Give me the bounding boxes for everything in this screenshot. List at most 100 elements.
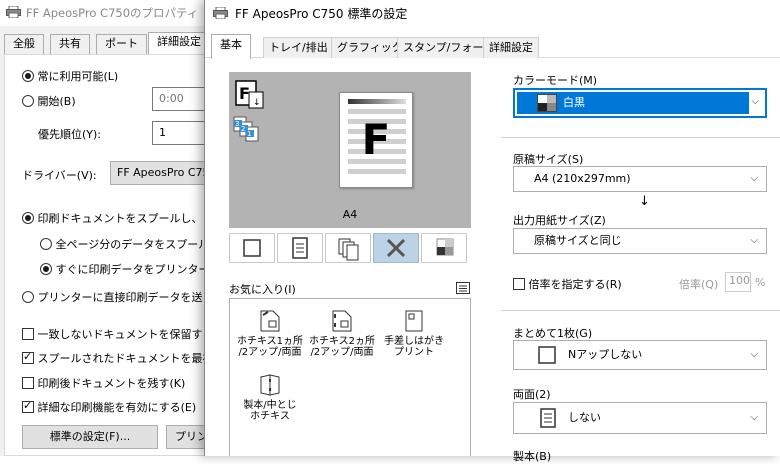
view-copies-button[interactable] [325,233,371,263]
duplex-select[interactable]: しない ⌵ [513,402,767,434]
ratio-label: 倍率(Q) [679,278,719,291]
favorite-staple-1[interactable]: ホチキス1ヵ所 /2アップ/両面 [234,309,306,358]
defaults-title: FF ApeosPro C750 標準の設定 [235,7,408,21]
output-size-select[interactable]: 原稿サイズと同じ ⌵ [513,228,767,254]
nup-select[interactable]: Nアップしない ⌵ [513,340,767,370]
keep-after-checkbox[interactable] [22,377,34,389]
view-finishing-button[interactable] [373,233,419,263]
direct-print-option[interactable]: プリンターに直接印刷データを送る(D [22,289,226,305]
start-time-label: 開始(B) [37,95,76,108]
keep-after-option[interactable]: 印刷後ドキュメントを残す(K) [22,375,185,391]
color-mode-value: 白黒 [563,96,585,109]
paper-line [348,109,406,114]
page-preview: F ↓ 3 2 1 F A4 [229,72,471,228]
view-page-button[interactable] [229,233,275,263]
favorite-booklet[interactable]: 製本/中とじ ホチキス [234,373,306,422]
favorite-staple-1-line2: /2アップ/両面 [238,347,302,358]
hold-mismatch-option[interactable]: 一致しないドキュメントを保留する(H [22,326,226,342]
favorite-booklet-line2: ホチキス [250,411,290,422]
chevron-down-icon: ⌵ [751,96,759,107]
advanced-panel [4,54,216,456]
original-size-select[interactable]: A4 (210x297mm) ⌵ [513,166,767,192]
color-mode-select[interactable]: 白黒 ⌵ [513,88,767,118]
properties-title: FF ApeosPro C750のプロパティ [26,6,199,20]
tools-icon [386,238,406,258]
tab-tray-output[interactable]: トレイ/排出 [263,37,334,58]
document-icon [292,237,308,259]
favorites-label: お気に入り(I) [229,283,296,296]
spool-all-radio[interactable] [40,238,52,250]
printing-defaults-button[interactable]: 標準の設定(F)... [22,425,158,449]
tab-ports[interactable]: ポート [96,34,147,54]
driver-label: ドライバー(V): [22,169,97,182]
favorite-staple-2[interactable]: ホチキス2ヵ所 /2アップ/両面 [306,309,378,358]
spool-radio[interactable] [22,212,34,224]
properties-tabs: 全般 共有 ポート 詳細設定 [0,32,216,55]
properties-window: FF ApeosPro C750のプロパティ 全般 共有 ポート 詳細設定 常に… [0,0,247,456]
printer-icon [213,7,228,19]
advanced-features-option[interactable]: 詳細な印刷機能を有効にする(E) [22,399,196,415]
hold-mismatch-label: 一致しないドキュメントを保留する(H [37,328,227,341]
chevron-down-icon: ⌵ [750,173,758,184]
ratio-unit: % [755,276,766,289]
preview-letter-icon: F [361,115,391,164]
nup-label: まとめて1枚(G) [513,327,593,340]
start-time-radio[interactable] [22,95,34,107]
favorite-staple-2-line2: /2アップ/両面 [310,347,374,358]
postcard-icon [405,310,423,332]
view-color-button[interactable] [421,233,467,263]
document-icon [540,408,556,428]
scale-label: 倍率を指定する(R) [528,278,622,291]
priority-label: 優先順位(Y): [38,128,102,141]
output-size-value: 原稿サイズと同じ [534,234,622,247]
nup-value: Nアップしない [568,348,643,361]
tab-advanced[interactable]: 詳細設定 [148,32,210,55]
favorite-postcard-line1: 手差しはがき [384,336,444,347]
advanced-features-label: 詳細な印刷機能を有効にする(E) [37,401,197,414]
defaults-tabs: 基本 トレイ/排出 グラフィックス スタンプ/フォーム 詳細設定 [205,34,780,59]
scale-checkbox[interactable] [513,278,525,290]
spool-immediate-radio[interactable] [40,263,52,275]
favorites-list: ホチキス1ヵ所 /2アップ/両面 ホチキス2ヵ所 /2アップ/両面 手差しはがき… [229,298,471,456]
collate-icon: 3 2 1 [233,116,259,142]
spool-all-option[interactable]: 全ページ分のデータをスプールして [40,236,231,252]
favorite-staple-1-line1: ホチキス1ヵ所 [236,336,304,347]
favorite-postcard[interactable]: 手差しはがき プリント [378,309,450,358]
ratio-field[interactable]: 100 [725,272,751,292]
preview-paper: F [339,92,413,188]
tab-general[interactable]: 全般 [4,34,44,54]
booklet-icon [260,374,280,396]
list-icon[interactable] [456,282,470,294]
arrow-down-icon: ↓ [639,194,650,209]
tab-sharing[interactable]: 共有 [50,34,90,54]
svg-text:F: F [239,84,250,103]
spool-immediate-option[interactable]: すぐに印刷データをプリンターに送 [40,261,232,277]
separator [501,137,780,138]
tab-basic[interactable]: 基本 [211,34,251,59]
always-available-radio[interactable] [22,70,34,82]
original-size-label: 原稿サイズ(S) [513,153,584,166]
start-time-option[interactable]: 開始(B) [22,93,76,109]
favorite-postcard-line2: プリント [394,347,434,358]
scale-option[interactable]: 倍率を指定する(R) [513,276,622,292]
svg-text:↓: ↓ [253,98,261,108]
always-available-option[interactable]: 常に利用可能(L) [22,68,118,84]
paper-header-bar [348,99,406,104]
svg-text:3: 3 [235,120,239,128]
staple-1-icon [260,310,280,332]
hold-mismatch-checkbox[interactable] [22,328,34,340]
advanced-features-checkbox[interactable] [22,399,34,413]
tab-detailed[interactable]: 詳細設定 [483,37,539,58]
view-document-button[interactable] [277,233,323,263]
grayscale-icon [537,94,557,112]
preview-size-label: A4 [342,208,358,221]
favorite-booklet-line1: 製本/中とじ [243,400,297,411]
duplex-value: しない [568,411,601,424]
spooled-first-checkbox[interactable] [22,350,34,364]
keep-after-label: 印刷後ドキュメントを残す(K) [37,377,186,390]
driver-select[interactable]: FF ApeosPro C750 [110,161,216,185]
single-page-icon [538,346,556,364]
properties-titlebar: FF ApeosPro C750のプロパティ [0,0,216,26]
direct-print-radio[interactable] [22,291,34,303]
color-mode-icon [436,238,454,256]
